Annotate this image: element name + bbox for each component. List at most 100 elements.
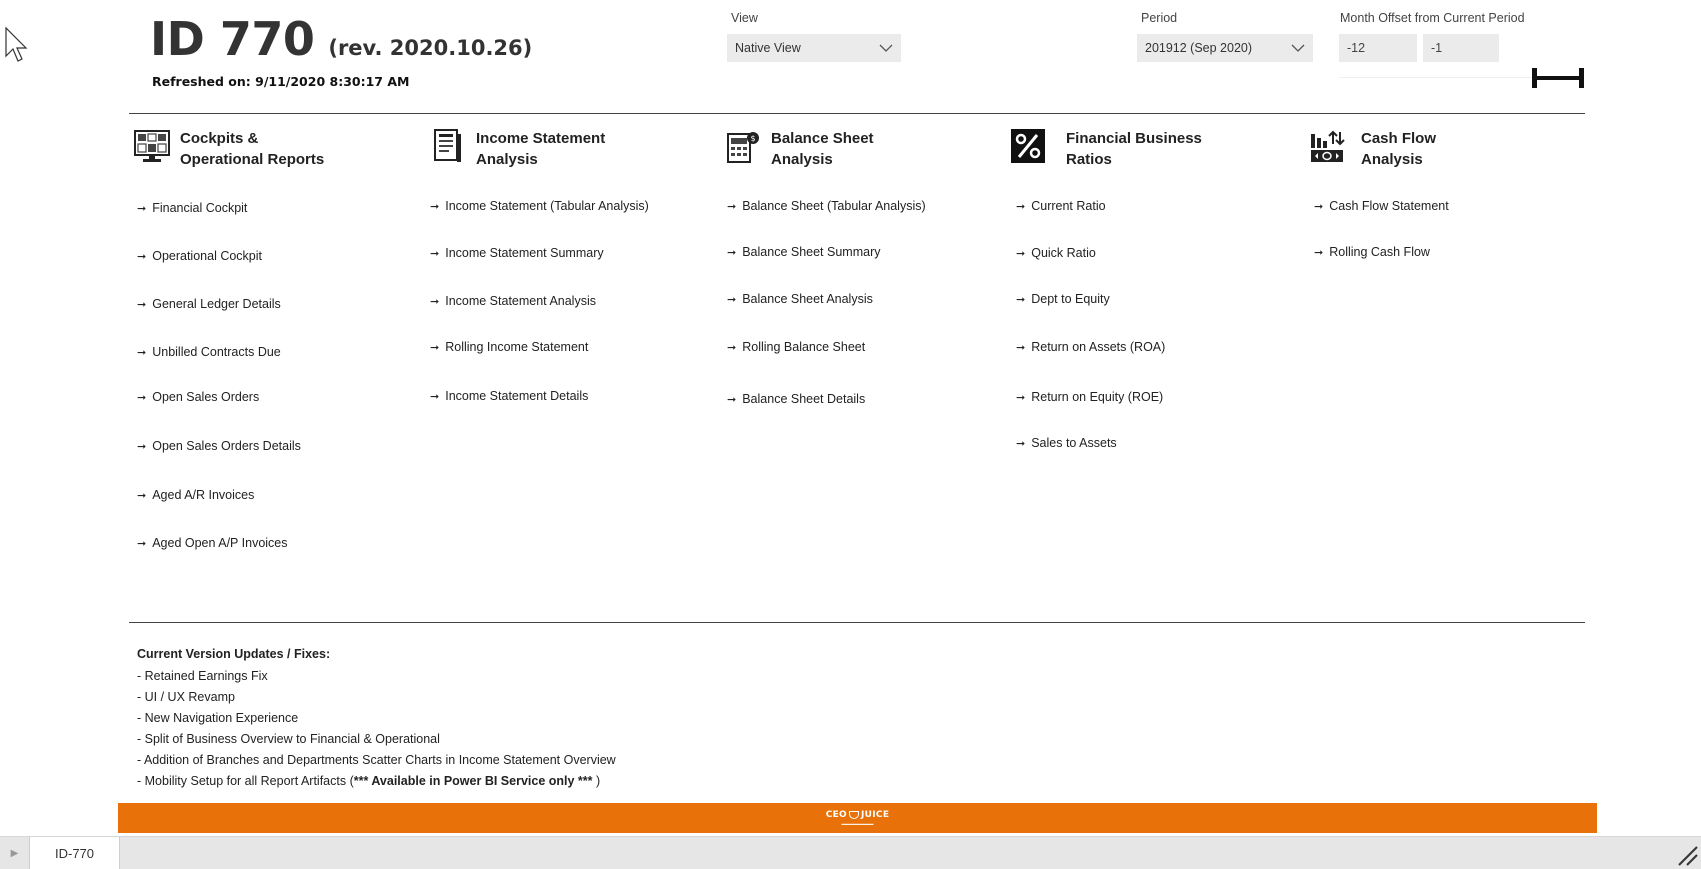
dashboard-icon [134,130,170,162]
link-income-statement-summary[interactable]: ➞ Income Statement Summary [430,246,604,260]
logo-text-left: CEO [825,810,848,820]
link-label: Open Sales Orders [152,390,260,404]
link-label: Return on Assets (ROA) [1031,340,1166,354]
arrow-right-icon: ➞ [137,441,147,453]
update-item: - New Navigation Experience [137,711,299,725]
link-rolling-balance-sheet[interactable]: ➞ Rolling Balance Sheet [727,340,865,354]
arrow-right-icon: ➞ [727,201,737,213]
refreshed-timestamp: Refreshed on: 9/11/2020 8:30:17 AM [152,74,410,89]
section-title: Balance Sheet Analysis [771,130,874,168]
link-open-sales-orders[interactable]: ➞ Open Sales Orders [137,390,259,404]
link-return-on-equity[interactable]: ➞ Return on Equity (ROE) [1016,390,1163,404]
link-label: Aged A/R Invoices [152,488,255,502]
link-label: Income Statement (Tabular Analysis) [445,199,649,213]
month-offset-label: Month Offset from Current Period [1340,11,1525,25]
section-income-statement: Income Statement Analysis [430,128,605,170]
arrow-right-icon: ➞ [430,342,440,354]
arrow-right-icon: ➞ [727,294,737,306]
link-balance-sheet-summary[interactable]: ➞ Balance Sheet Summary [727,245,880,259]
update-item: - Mobility Setup for all Report Artifact… [137,771,616,792]
link-label: Rolling Balance Sheet [742,340,866,354]
page-tab-bar: ▶ ID-770 [0,836,1701,869]
header-divider [129,113,1585,114]
footer-bar: CEO JUICE ▬▬▬▬▬▬▬▬ [118,803,1597,833]
link-dept-to-equity[interactable]: ➞ Dept to Equity [1016,292,1110,306]
arrow-right-icon: ➞ [1016,201,1026,213]
link-income-statement-tabular[interactable]: ➞ Income Statement (Tabular Analysis) [430,199,649,213]
link-aged-ar-invoices[interactable]: ➞ Aged A/R Invoices [137,488,254,502]
chevron-down-icon [879,44,893,52]
cash-flow-icon [1311,130,1345,162]
update-item-prefix: - Mobility Setup for all Report Artifact… [137,774,354,788]
link-label: Current Ratio [1031,199,1106,213]
link-label: Cash Flow Statement [1329,199,1449,213]
section-balance-sheet: $ Balance Sheet Analysis [725,128,874,170]
link-label: Aged Open A/P Invoices [152,536,288,550]
link-cash-flow-statement[interactable]: ➞ Cash Flow Statement [1314,199,1449,213]
logo-tagline-mark: ▬▬▬▬▬▬▬▬ [841,821,874,826]
arrow-right-icon: ➞ [430,248,440,260]
mouse-cursor-icon [5,26,28,62]
balance-sheet-icon: $ [727,132,759,163]
link-label: Operational Cockpit [152,249,262,263]
link-label: Open Sales Orders Details [152,439,301,453]
arrow-right-icon: ➞ [1314,201,1324,213]
arrow-right-icon: ➞ [430,201,440,213]
link-label: Income Statement Summary [445,246,604,260]
link-operational-cockpit[interactable]: ➞ Operational Cockpit [137,249,262,263]
report-id-title: ID 770 [150,12,315,66]
arrow-right-icon: ➞ [1016,438,1026,450]
arrow-right-icon: ➞ [1314,247,1324,259]
period-filter-label: Period [1141,11,1178,25]
link-balance-sheet-analysis[interactable]: ➞ Balance Sheet Analysis [727,292,873,306]
view-dropdown-value: Native View [735,41,801,55]
percent-icon [1011,129,1045,163]
updates-title: Current Version Updates / Fixes: [137,647,331,661]
section-title: Cockpits & Operational Reports [180,130,325,168]
link-income-statement-details[interactable]: ➞ Income Statement Details [430,389,588,403]
link-aged-open-ap-invoices[interactable]: ➞ Aged Open A/P Invoices [137,536,288,550]
link-quick-ratio[interactable]: ➞ Quick Ratio [1016,246,1096,260]
update-item: - Split of Business Overview to Financia… [137,732,440,746]
link-open-sales-orders-details[interactable]: ➞ Open Sales Orders Details [137,439,301,453]
link-income-statement-analysis[interactable]: ➞ Income Statement Analysis [430,294,596,308]
month-offset-slider-handle[interactable] [1532,68,1584,88]
arrow-right-icon: ➞ [137,203,147,215]
link-current-ratio[interactable]: ➞ Current Ratio [1016,199,1106,213]
tab-scroll-right-icon[interactable]: ▶ [0,837,30,869]
link-general-ledger-details[interactable]: ➞ General Ledger Details [137,297,281,311]
link-sales-to-assets[interactable]: ➞ Sales to Assets [1016,436,1117,450]
section-financial-ratios: Financial Business Ratios [1010,128,1202,170]
link-label: Balance Sheet Summary [742,245,881,259]
arrow-right-icon: ➞ [137,490,147,502]
link-financial-cockpit[interactable]: ➞ Financial Cockpit [137,201,247,215]
section-title: Financial Business Ratios [1066,130,1202,168]
link-label: Quick Ratio [1031,246,1096,260]
view-dropdown[interactable]: Native View [727,34,901,62]
month-offset-min-input[interactable]: -12 [1339,34,1417,62]
period-dropdown[interactable]: 201912 (Sep 2020) [1137,34,1313,62]
section-title: Cash Flow Analysis [1361,130,1437,168]
tab-id-770[interactable]: ID-770 [30,837,120,869]
arrow-right-icon: ➞ [137,392,147,404]
update-item-bold: *** Available in Power BI Service only *… [353,774,593,788]
link-balance-sheet-tabular[interactable]: ➞ Balance Sheet (Tabular Analysis) [727,199,926,213]
section-cockpits: Cockpits & Operational Reports [134,128,324,170]
link-return-on-assets[interactable]: ➞ Return on Assets (ROA) [1016,340,1165,354]
resize-handle-icon[interactable] [1677,845,1699,867]
report-title-row: ID 770 (rev. 2020.10.26) [150,12,532,66]
month-offset-max-input[interactable]: -1 [1423,34,1499,62]
link-label: Balance Sheet Analysis [742,292,873,306]
link-rolling-income-statement[interactable]: ➞ Rolling Income Statement [430,340,588,354]
chevron-down-icon [1291,44,1305,52]
link-label: Unbilled Contracts Due [152,345,281,359]
link-rolling-cash-flow[interactable]: ➞ Rolling Cash Flow [1314,245,1430,259]
cup-icon [849,811,860,819]
report-revision: (rev. 2020.10.26) [328,36,533,60]
update-item: - Addition of Branches and Departments S… [137,753,616,767]
link-unbilled-contracts-due[interactable]: ➞ Unbilled Contracts Due [137,345,281,359]
link-label: Financial Cockpit [152,201,248,215]
view-filter-label: View [731,11,758,25]
link-balance-sheet-details[interactable]: ➞ Balance Sheet Details [727,392,865,406]
link-label: Dept to Equity [1031,292,1110,306]
